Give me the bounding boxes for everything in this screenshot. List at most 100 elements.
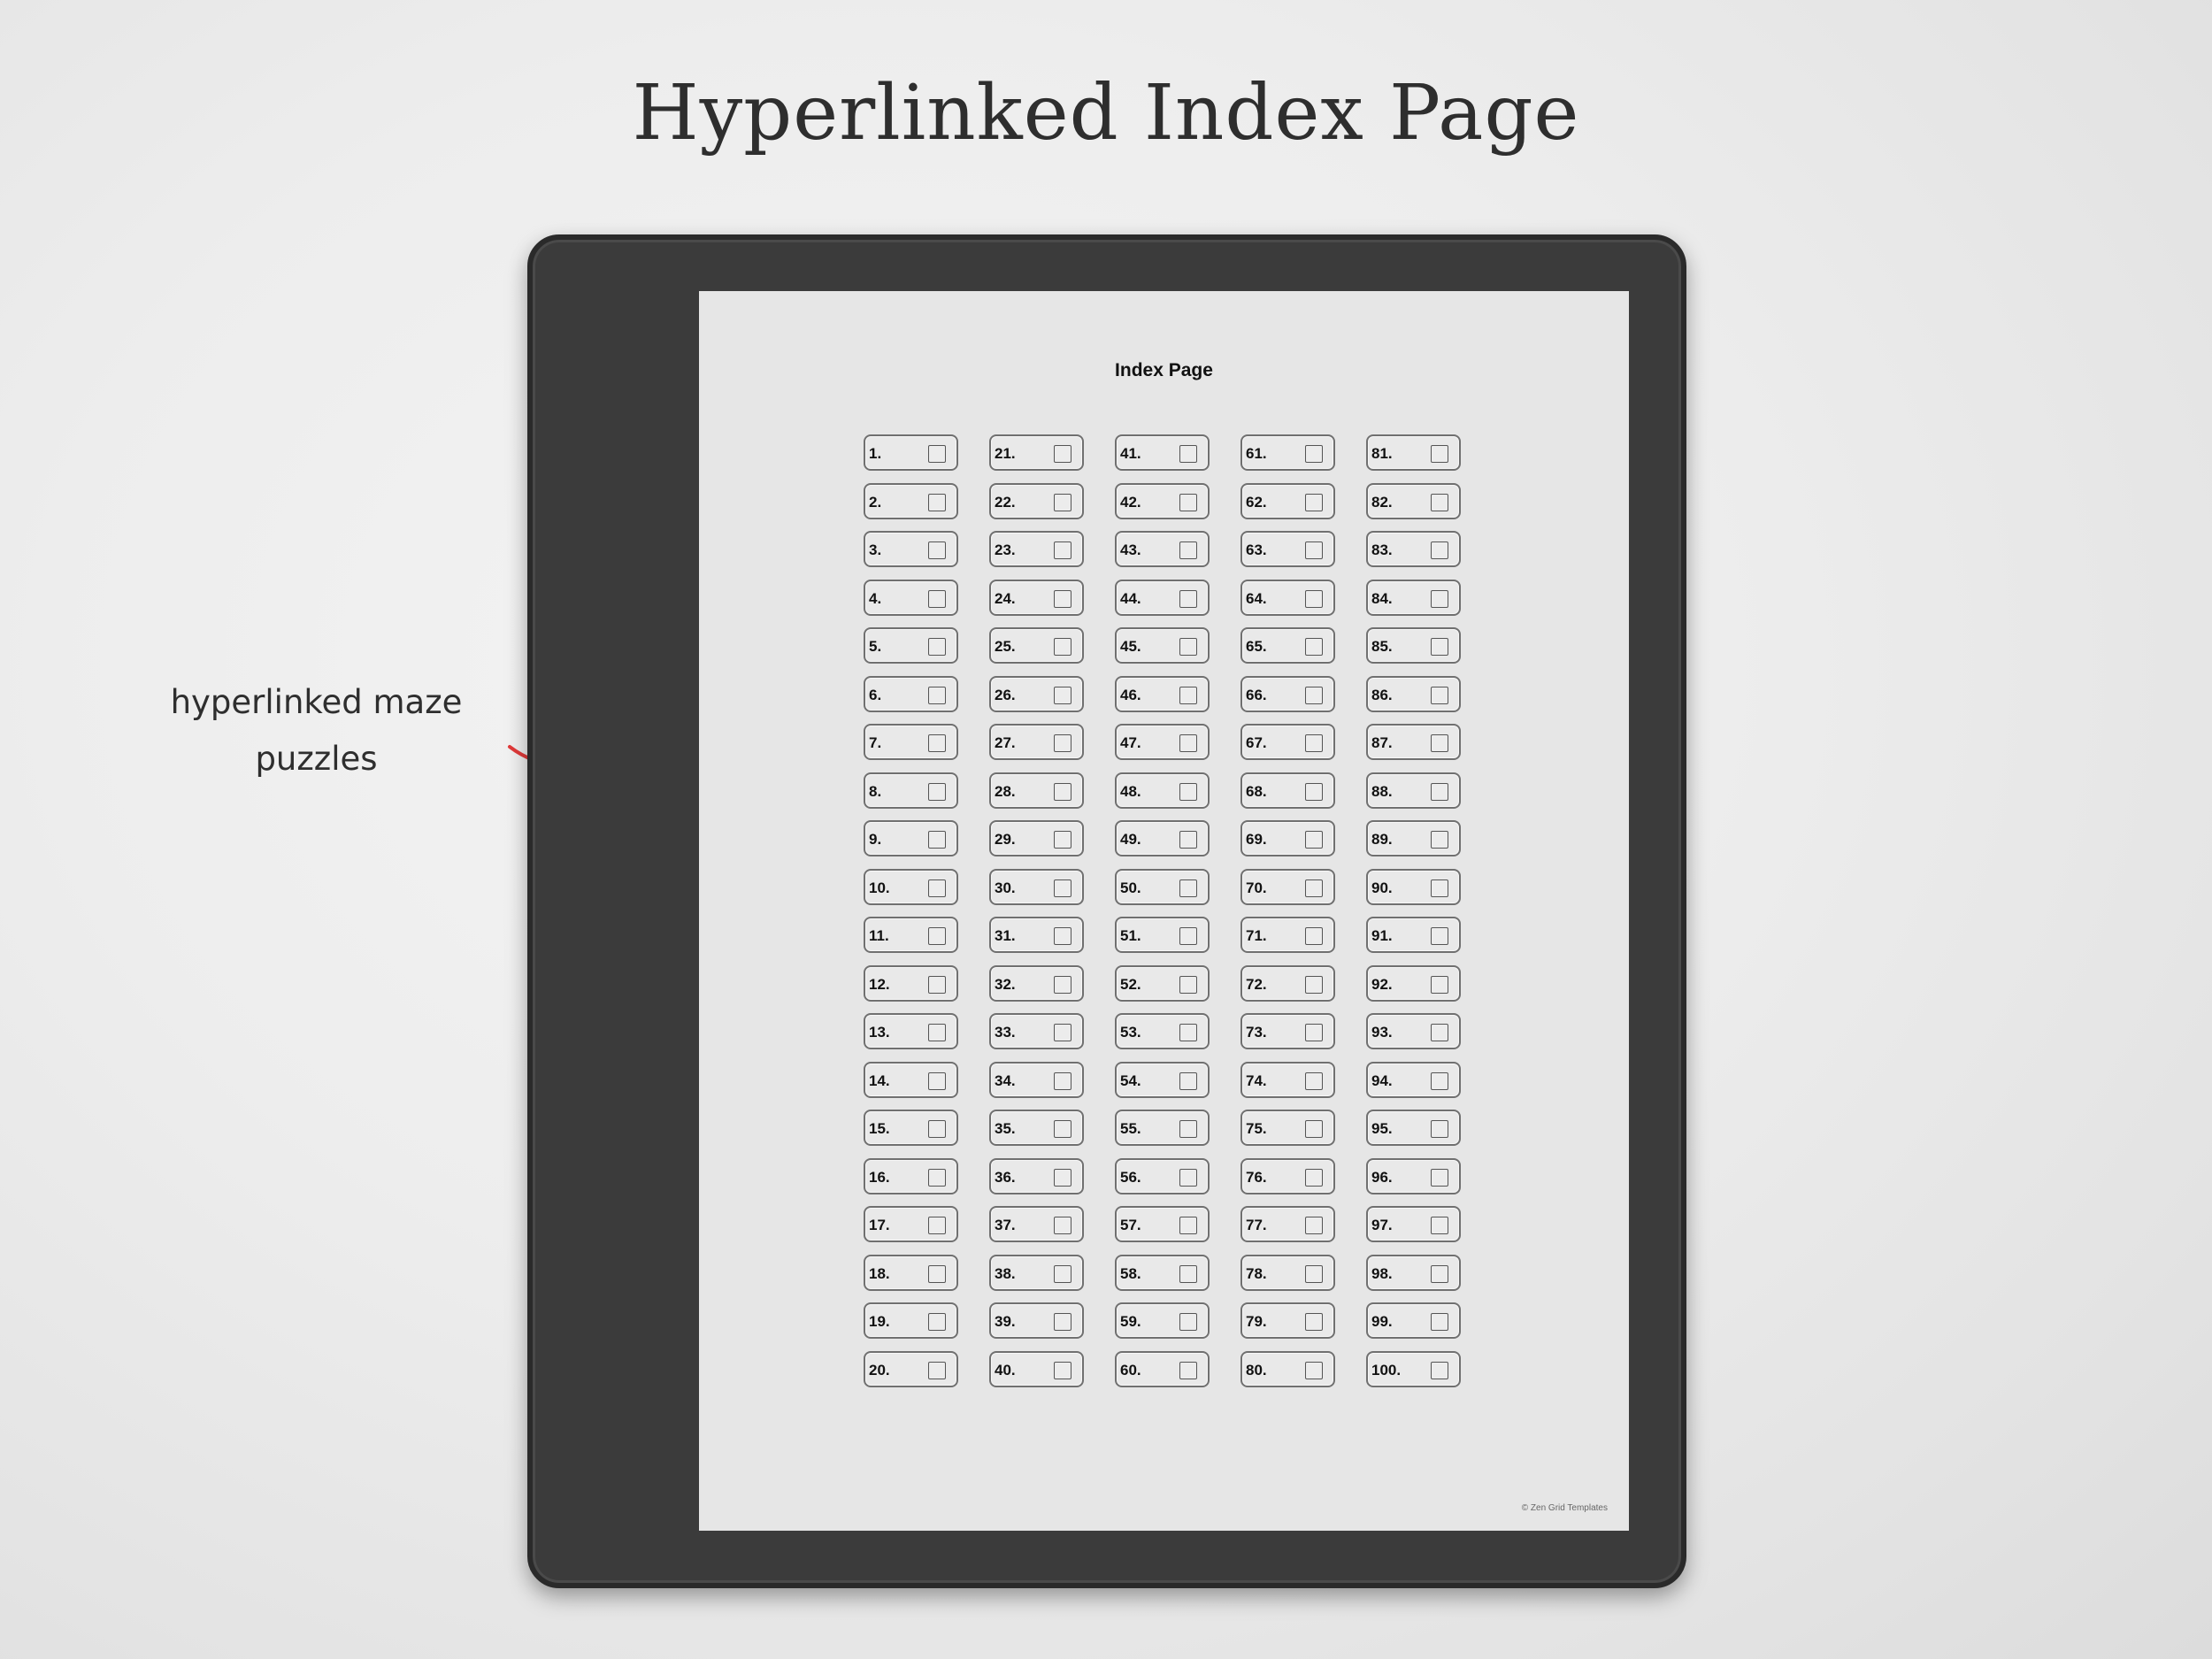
checkbox[interactable] xyxy=(928,1024,946,1041)
checkbox[interactable] xyxy=(1179,686,1197,704)
checkbox[interactable] xyxy=(1431,1024,1448,1041)
checkbox[interactable] xyxy=(1179,541,1197,559)
index-link-item[interactable]: 75. xyxy=(1240,1110,1335,1146)
checkbox[interactable] xyxy=(1054,541,1071,559)
checkbox[interactable] xyxy=(1054,686,1071,704)
checkbox[interactable] xyxy=(1431,541,1448,559)
index-link-item[interactable]: 23. xyxy=(989,531,1084,567)
checkbox[interactable] xyxy=(928,1071,946,1090)
index-link-item[interactable]: 76. xyxy=(1240,1157,1335,1194)
index-link-item[interactable]: 94. xyxy=(1366,1061,1461,1098)
index-link-item[interactable]: 83. xyxy=(1366,531,1461,567)
checkbox[interactable] xyxy=(1305,1217,1323,1234)
checkbox[interactable] xyxy=(928,734,946,752)
checkbox[interactable] xyxy=(1431,445,1448,463)
index-link-item[interactable]: 42. xyxy=(1115,482,1210,519)
checkbox[interactable] xyxy=(1431,1313,1448,1331)
index-link-item[interactable]: 47. xyxy=(1115,724,1210,760)
checkbox[interactable] xyxy=(1305,975,1323,994)
checkbox[interactable] xyxy=(1179,1313,1197,1331)
index-link-item[interactable]: 28. xyxy=(989,772,1084,809)
index-link-item[interactable]: 19. xyxy=(864,1302,958,1339)
index-link-item[interactable]: 22. xyxy=(989,482,1084,519)
checkbox[interactable] xyxy=(1431,589,1448,608)
index-link-item[interactable]: 15. xyxy=(864,1110,958,1146)
checkbox[interactable] xyxy=(1431,1071,1448,1090)
checkbox[interactable] xyxy=(1054,1361,1071,1379)
index-link-item[interactable]: 67. xyxy=(1240,724,1335,760)
checkbox[interactable] xyxy=(928,1120,946,1138)
index-link-item[interactable]: 65. xyxy=(1240,627,1335,664)
index-link-item[interactable]: 93. xyxy=(1366,1013,1461,1049)
index-link-item[interactable]: 20. xyxy=(864,1350,958,1387)
checkbox[interactable] xyxy=(1305,686,1323,704)
index-link-item[interactable]: 35. xyxy=(989,1110,1084,1146)
index-link-item[interactable]: 13. xyxy=(864,1013,958,1049)
checkbox[interactable] xyxy=(1305,879,1323,897)
index-link-item[interactable]: 77. xyxy=(1240,1206,1335,1242)
index-link-item[interactable]: 52. xyxy=(1115,964,1210,1002)
checkbox[interactable] xyxy=(1054,927,1071,945)
index-link-item[interactable]: 100. xyxy=(1366,1350,1461,1387)
index-link-item[interactable]: 21. xyxy=(989,434,1084,471)
index-link-item[interactable]: 51. xyxy=(1115,917,1210,953)
index-link-item[interactable]: 17. xyxy=(864,1206,958,1242)
checkbox[interactable] xyxy=(928,1264,946,1283)
checkbox[interactable] xyxy=(1179,589,1197,608)
checkbox[interactable] xyxy=(1305,638,1323,656)
index-link-item[interactable]: 60. xyxy=(1115,1350,1210,1387)
checkbox[interactable] xyxy=(1054,879,1071,897)
index-link-item[interactable]: 16. xyxy=(864,1157,958,1194)
checkbox[interactable] xyxy=(1054,1071,1071,1090)
index-link-item[interactable]: 53. xyxy=(1115,1013,1210,1049)
checkbox[interactable] xyxy=(1305,1313,1323,1331)
checkbox[interactable] xyxy=(1179,445,1197,463)
checkbox[interactable] xyxy=(1054,782,1071,801)
checkbox[interactable] xyxy=(1431,1264,1448,1283)
index-link-item[interactable]: 99. xyxy=(1366,1302,1461,1339)
index-link-item[interactable]: 31. xyxy=(989,917,1084,953)
checkbox[interactable] xyxy=(1054,975,1071,994)
checkbox[interactable] xyxy=(928,927,946,945)
checkbox[interactable] xyxy=(1054,1024,1071,1041)
checkbox[interactable] xyxy=(928,638,946,656)
checkbox[interactable] xyxy=(1431,975,1448,994)
checkbox[interactable] xyxy=(1054,493,1071,511)
checkbox[interactable] xyxy=(1305,1264,1323,1283)
checkbox[interactable] xyxy=(1305,927,1323,945)
checkbox[interactable] xyxy=(1179,493,1197,511)
index-link-item[interactable]: 86. xyxy=(1366,675,1461,712)
checkbox[interactable] xyxy=(1179,831,1197,849)
index-link-item[interactable]: 50. xyxy=(1115,868,1210,905)
index-link-item[interactable]: 66. xyxy=(1240,675,1335,712)
index-link-item[interactable]: 45. xyxy=(1115,627,1210,664)
checkbox[interactable] xyxy=(1179,1120,1197,1138)
index-link-item[interactable]: 80. xyxy=(1240,1350,1335,1387)
checkbox[interactable] xyxy=(928,879,946,897)
index-link-item[interactable]: 36. xyxy=(989,1157,1084,1194)
index-link-item[interactable]: 30. xyxy=(989,868,1084,905)
index-link-item[interactable]: 91. xyxy=(1366,917,1461,953)
checkbox[interactable] xyxy=(1431,879,1448,897)
checkbox[interactable] xyxy=(1305,541,1323,559)
checkbox[interactable] xyxy=(1179,734,1197,752)
index-link-item[interactable]: 1. xyxy=(864,434,958,471)
checkbox[interactable] xyxy=(1305,782,1323,801)
index-link-item[interactable]: 9. xyxy=(864,820,958,856)
checkbox[interactable] xyxy=(1054,734,1071,752)
checkbox[interactable] xyxy=(1305,1361,1323,1379)
checkbox[interactable] xyxy=(1431,734,1448,752)
index-link-item[interactable]: 89. xyxy=(1366,820,1461,856)
checkbox[interactable] xyxy=(1054,589,1071,608)
index-link-item[interactable]: 5. xyxy=(864,627,958,664)
index-link-item[interactable]: 33. xyxy=(989,1013,1084,1049)
index-link-item[interactable]: 95. xyxy=(1366,1110,1461,1146)
checkbox[interactable] xyxy=(1179,1024,1197,1041)
index-link-item[interactable]: 90. xyxy=(1366,868,1461,905)
checkbox[interactable] xyxy=(1054,1264,1071,1283)
index-link-item[interactable]: 69. xyxy=(1240,820,1335,856)
checkbox[interactable] xyxy=(928,541,946,559)
index-link-item[interactable]: 26. xyxy=(989,675,1084,712)
checkbox[interactable] xyxy=(1179,1168,1197,1187)
index-link-item[interactable]: 92. xyxy=(1366,964,1461,1002)
